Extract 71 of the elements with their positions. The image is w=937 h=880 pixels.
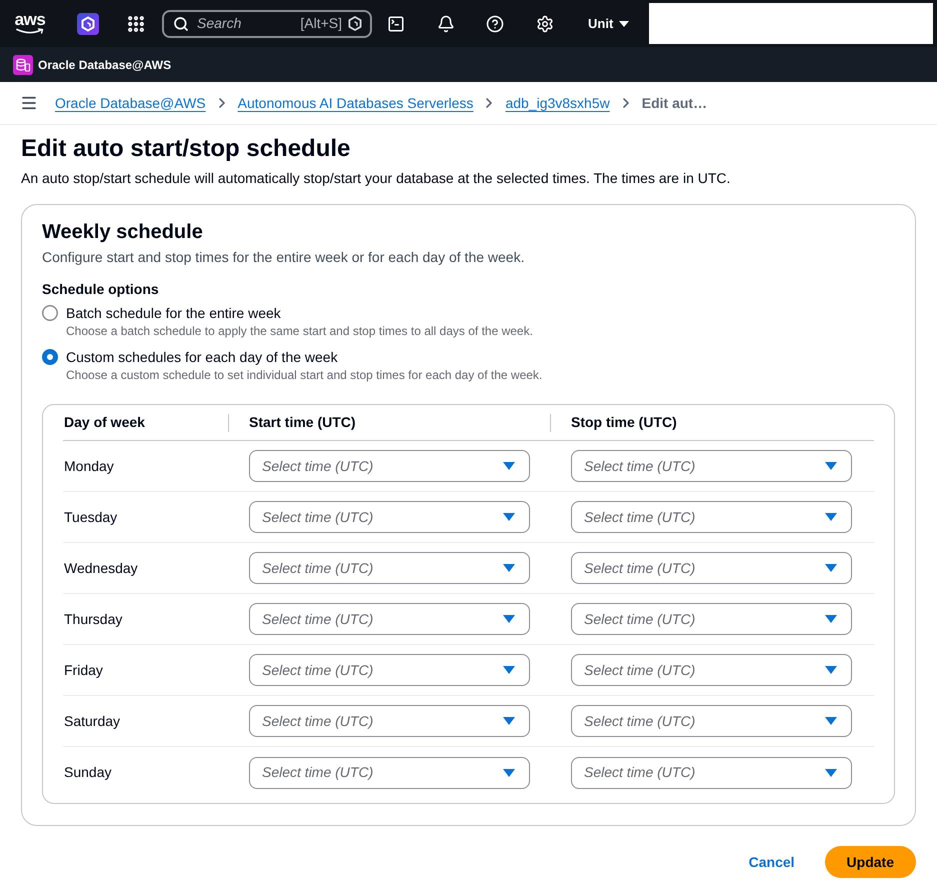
caret-down-icon <box>825 513 837 521</box>
page-title: Edit auto start/stop schedule <box>21 134 352 164</box>
settings-icon[interactable] <box>536 14 554 32</box>
help-icon[interactable] <box>486 14 504 32</box>
caret-down-icon <box>503 513 515 521</box>
option-label[interactable]: Custom schedules for each day of the week <box>66 347 542 367</box>
column-header: Day of week <box>64 413 145 432</box>
column-header: Stop time (UTC) <box>571 413 677 432</box>
breadcrumb-link[interactable]: adb_ig3v8sxh5w <box>505 92 610 114</box>
grid-icon[interactable] <box>126 14 146 34</box>
day-label: Saturday <box>64 712 122 731</box>
caret-down-icon <box>503 564 515 572</box>
search-field[interactable]: Search [Alt+S] <box>162 10 372 38</box>
search-icon <box>173 16 189 32</box>
caret-down-icon <box>503 666 515 674</box>
caret-down-icon <box>825 717 837 725</box>
time-select[interactable]: Select time (UTC) <box>249 705 530 737</box>
caret-down-icon <box>825 564 837 572</box>
caret-down-icon <box>503 615 515 623</box>
caret-down-icon <box>503 768 515 776</box>
option-description: Choose a custom schedule to set individual start and stop times for each day of the week. <box>66 367 542 383</box>
update-button[interactable]: Update <box>824 846 916 878</box>
cancel-button[interactable]: Cancel <box>732 846 811 878</box>
account-menu-button[interactable]: Unit <box>588 14 630 34</box>
time-select[interactable]: Select time (UTC) <box>249 654 530 686</box>
time-select[interactable]: Select time (UTC) <box>571 501 852 533</box>
notifications-icon[interactable] <box>437 14 455 32</box>
option-label[interactable]: Batch schedule for the entire week <box>66 303 533 323</box>
caret-down-icon <box>503 462 515 470</box>
time-select[interactable]: Select time (UTC) <box>571 654 852 686</box>
time-select[interactable]: Select time (UTC) <box>571 450 852 482</box>
terminal-icon[interactable] <box>387 14 405 32</box>
day-label: Wednesday <box>64 558 139 578</box>
time-select[interactable]: Select time (UTC) <box>571 552 852 584</box>
day-label: Tuesday <box>64 508 118 527</box>
home-logo[interactable]: aws <box>15 10 45 38</box>
caret-down-icon <box>619 20 630 26</box>
database-icon <box>13 54 33 74</box>
option-description: Choose a batch schedule to apply the same start and stop times to all days of the week. <box>66 323 533 339</box>
card-description: Configure start and stop times for the entire week or for each day of the week. <box>42 248 526 267</box>
time-select[interactable]: Select time (UTC) <box>571 705 852 737</box>
day-label: Sunday <box>64 763 112 782</box>
smile-arrow-icon <box>16 28 44 35</box>
day-label: Monday <box>64 456 115 476</box>
time-select[interactable]: Select time (UTC) <box>249 552 530 584</box>
shortcut-hint: [Alt+S] <box>300 14 342 33</box>
breadcrumb-current: Edit aut… <box>642 94 708 112</box>
time-select[interactable]: Select time (UTC) <box>249 450 530 482</box>
column-header: Start time (UTC) <box>249 413 356 432</box>
day-label: Thursday <box>64 610 124 629</box>
caret-down-icon <box>503 717 515 725</box>
page-description: An auto stop/start schedule will automatically stop/start your database at the selected times. The times are in UTC. <box>21 169 732 188</box>
caret-down-icon <box>825 615 837 623</box>
breadcrumb-link[interactable]: Oracle Database@AWS <box>55 92 206 114</box>
time-select[interactable]: Select time (UTC) <box>571 756 852 788</box>
radio-button[interactable] <box>42 349 58 365</box>
service-title[interactable]: Oracle Database@AWS <box>38 56 172 74</box>
time-select[interactable]: Select time (UTC) <box>249 501 530 533</box>
time-select[interactable]: Select time (UTC) <box>571 603 852 635</box>
hexagon-icon <box>348 16 362 31</box>
card-title: Weekly schedule <box>42 220 204 245</box>
caret-down-icon <box>825 666 837 674</box>
breadcrumb-link[interactable]: Autonomous AI Databases Serverless <box>238 92 474 114</box>
time-select[interactable]: Select time (UTC) <box>249 756 530 788</box>
time-select[interactable]: Select time (UTC) <box>249 603 530 635</box>
caret-down-icon <box>825 768 837 776</box>
options-label: Schedule options <box>42 280 160 299</box>
radio-button[interactable] <box>42 305 58 321</box>
day-label: Friday <box>64 660 104 680</box>
menu-icon[interactable] <box>20 94 38 112</box>
caret-down-icon <box>825 462 837 470</box>
